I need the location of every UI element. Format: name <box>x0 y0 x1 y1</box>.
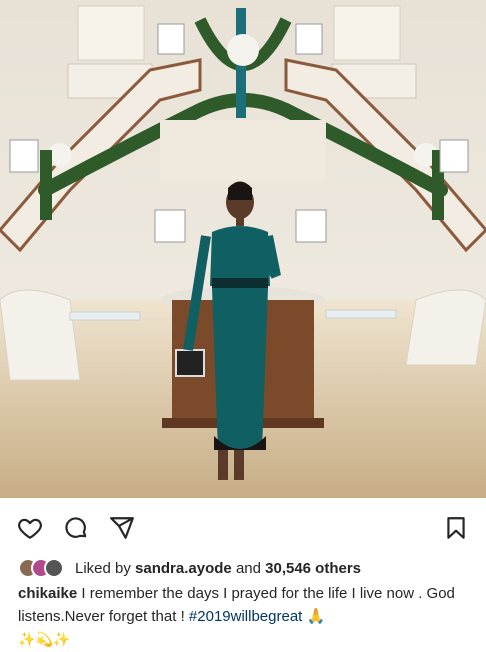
caption-hashtag[interactable]: #2019willbegreat <box>189 608 302 625</box>
liker-avatars <box>18 558 64 578</box>
caption-username[interactable]: chikaike <box>18 585 77 602</box>
bookmark-icon <box>447 517 465 539</box>
share-button[interactable] <box>108 514 136 542</box>
avatar <box>44 558 64 578</box>
likes-summary[interactable]: Liked by sandra.ayode and 30,546 others <box>18 556 361 580</box>
comment-icon <box>65 517 87 538</box>
likes-joiner: and <box>235 559 261 577</box>
likes-prefix: Liked by <box>75 559 131 577</box>
like-button[interactable] <box>16 514 44 542</box>
likes-count[interactable]: 30,546 others <box>265 560 361 577</box>
dizzy-emoji: 💫 <box>35 632 53 648</box>
save-button[interactable] <box>442 514 470 542</box>
heart-icon <box>18 518 42 539</box>
sparkles-emoji: ✨ <box>18 632 36 648</box>
post-photo[interactable] <box>0 0 486 498</box>
praying-hands-emoji: 🙏 <box>306 607 326 625</box>
share-icon <box>110 517 134 539</box>
post-caption: chikaike I remember the days I prayed fo… <box>18 582 470 652</box>
comment-button[interactable] <box>62 514 90 542</box>
liked-by-username[interactable]: sandra.ayode <box>135 560 232 577</box>
post-action-bar <box>0 498 486 556</box>
sparkles-emoji: ✨ <box>52 632 71 648</box>
